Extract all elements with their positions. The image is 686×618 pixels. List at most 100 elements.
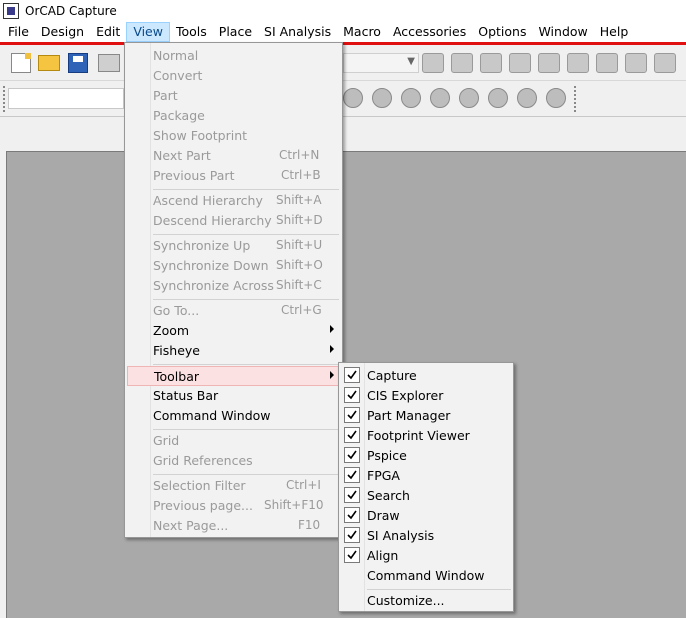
menu-item-show-footprint[interactable]: Show Footprint	[127, 126, 340, 146]
menu-item-grid-references[interactable]: Grid References	[127, 451, 340, 471]
toolbar-grip-2[interactable]	[574, 86, 576, 112]
toolbar-item-search[interactable]: Search	[341, 486, 511, 506]
menu-item-part[interactable]: Part	[127, 86, 340, 106]
toolbar-item-customize[interactable]: Customize...	[341, 591, 511, 611]
view-icon[interactable]	[538, 53, 560, 73]
current-marker-icon[interactable]	[459, 88, 479, 108]
netlist-icon[interactable]	[654, 53, 676, 73]
menu-item-previous-page[interactable]: Previous page... Shift+F10	[127, 496, 340, 516]
toolbar-combo[interactable]: ▼	[343, 53, 419, 73]
save-icon[interactable]	[68, 53, 88, 73]
title-bar: OrCAD Capture	[0, 0, 686, 22]
menu-view[interactable]: View	[126, 22, 170, 42]
submenu-arrow-icon	[330, 371, 334, 379]
zoom-tool-group	[422, 53, 683, 73]
toolbar-item-footprint-viewer[interactable]: Footprint Viewer	[341, 426, 511, 446]
toolbar-item-capture[interactable]: Capture	[341, 366, 511, 386]
menu-item-next-page[interactable]: Next Page... F10	[127, 516, 340, 536]
menu-item-previous-part[interactable]: Previous Part Ctrl+B	[127, 166, 340, 186]
menu-item-command-window[interactable]: Command Window	[127, 406, 340, 426]
zoom-in-icon[interactable]	[422, 53, 444, 73]
toolbar-grip[interactable]	[3, 86, 5, 112]
menu-si-analysis[interactable]: SI Analysis	[258, 22, 337, 42]
menu-item-package[interactable]: Package	[127, 106, 340, 126]
toolbar-item-pspice[interactable]: Pspice	[341, 446, 511, 466]
toolbar-item-draw[interactable]: Draw	[341, 506, 511, 526]
checkmark-icon	[344, 447, 360, 463]
menu-separator	[153, 364, 339, 365]
menu-macro[interactable]: Macro	[337, 22, 387, 42]
menu-item-selection-filter[interactable]: Selection Filter Ctrl+I	[127, 476, 340, 496]
submenu-arrow-icon	[330, 345, 334, 353]
menu-window[interactable]: Window	[532, 22, 593, 42]
checkmark-icon	[344, 467, 360, 483]
probe-icon[interactable]	[343, 88, 363, 108]
toolbar-item-cis-explorer[interactable]: CIS Explorer	[341, 386, 511, 406]
open-folder-icon[interactable]	[38, 55, 60, 71]
menu-file[interactable]: File	[2, 22, 35, 42]
marker-icon[interactable]	[372, 88, 392, 108]
zoom-all-icon[interactable]	[509, 53, 531, 73]
view-menu: Normal Convert Part Package Show Footpri…	[124, 42, 343, 538]
menu-item-zoom[interactable]: Zoom	[127, 321, 340, 341]
menu-place[interactable]: Place	[213, 22, 258, 42]
annotate-icon[interactable]	[567, 53, 589, 73]
menu-options[interactable]: Options	[472, 22, 532, 42]
zoom-area-icon[interactable]	[480, 53, 502, 73]
orcad-app-icon	[3, 3, 19, 19]
menu-separator	[153, 429, 339, 430]
zoom-out-icon[interactable]	[451, 53, 473, 73]
menu-item-synchronize-across[interactable]: Synchronize Across Shift+C	[127, 276, 340, 296]
menu-item-go-to[interactable]: Go To... Ctrl+G	[127, 301, 340, 321]
checkmark-icon	[344, 547, 360, 563]
menu-item-toolbar[interactable]: Toolbar	[127, 366, 341, 386]
menu-item-ascend-hierarchy[interactable]: Ascend Hierarchy Shift+A	[127, 191, 340, 211]
menu-edit[interactable]: Edit	[90, 22, 126, 42]
chevron-down-icon: ▼	[407, 56, 415, 67]
toolbar-item-part-manager[interactable]: Part Manager	[341, 406, 511, 426]
toolbar-item-si-analysis[interactable]: SI Analysis	[341, 526, 511, 546]
menu-separator	[153, 474, 339, 475]
menu-accessories[interactable]: Accessories	[387, 22, 472, 42]
main-toolbar: ▼	[0, 45, 686, 81]
checkmark-icon	[344, 407, 360, 423]
checkmark-icon	[344, 487, 360, 503]
menu-item-grid[interactable]: Grid	[127, 431, 340, 451]
toolbar-text-field[interactable]	[8, 88, 124, 109]
toolbar-submenu: Capture CIS Explorer Part Manager Footpr…	[338, 362, 514, 612]
menu-item-descend-hierarchy[interactable]: Descend Hierarchy Shift+D	[127, 211, 340, 231]
menu-tools[interactable]: Tools	[170, 22, 213, 42]
menu-item-convert[interactable]: Convert	[127, 66, 340, 86]
back-annotate-icon[interactable]	[596, 53, 618, 73]
checkmark-icon	[344, 387, 360, 403]
toolbar-item-command-window[interactable]: Command Window	[341, 566, 511, 586]
workspace-header	[0, 117, 686, 151]
print-icon[interactable]	[98, 54, 120, 72]
toolbar-item-fpga[interactable]: FPGA	[341, 466, 511, 486]
menu-item-normal[interactable]: Normal	[127, 46, 340, 66]
toolbar-item-align[interactable]: Align	[341, 546, 511, 566]
pspice-tool-group	[343, 88, 575, 108]
menu-separator	[153, 189, 339, 190]
bias-icon[interactable]	[546, 88, 566, 108]
menu-bar: File Design Edit View Tools Place SI Ana…	[0, 22, 686, 42]
voltage-diff-icon[interactable]	[430, 88, 450, 108]
voltage-marker-icon[interactable]	[401, 88, 421, 108]
menu-item-status-bar[interactable]: Status Bar	[127, 386, 340, 406]
checkmark-icon	[344, 527, 360, 543]
power-marker-icon[interactable]	[488, 88, 508, 108]
checkmark-icon	[344, 367, 360, 383]
menu-item-synchronize-down[interactable]: Synchronize Down Shift+O	[127, 256, 340, 276]
menu-item-synchronize-up[interactable]: Synchronize Up Shift+U	[127, 236, 340, 256]
watt-marker-icon[interactable]	[517, 88, 537, 108]
drc-icon[interactable]	[625, 53, 647, 73]
checkmark-icon	[344, 427, 360, 443]
menu-design[interactable]: Design	[35, 22, 90, 42]
menu-separator	[153, 234, 339, 235]
menu-item-fisheye[interactable]: Fisheye	[127, 341, 340, 361]
menu-separator	[367, 589, 511, 590]
menu-item-next-part[interactable]: Next Part Ctrl+N	[127, 146, 340, 166]
new-document-icon[interactable]	[11, 53, 31, 73]
submenu-arrow-icon	[330, 325, 334, 333]
menu-help[interactable]: Help	[594, 22, 635, 42]
